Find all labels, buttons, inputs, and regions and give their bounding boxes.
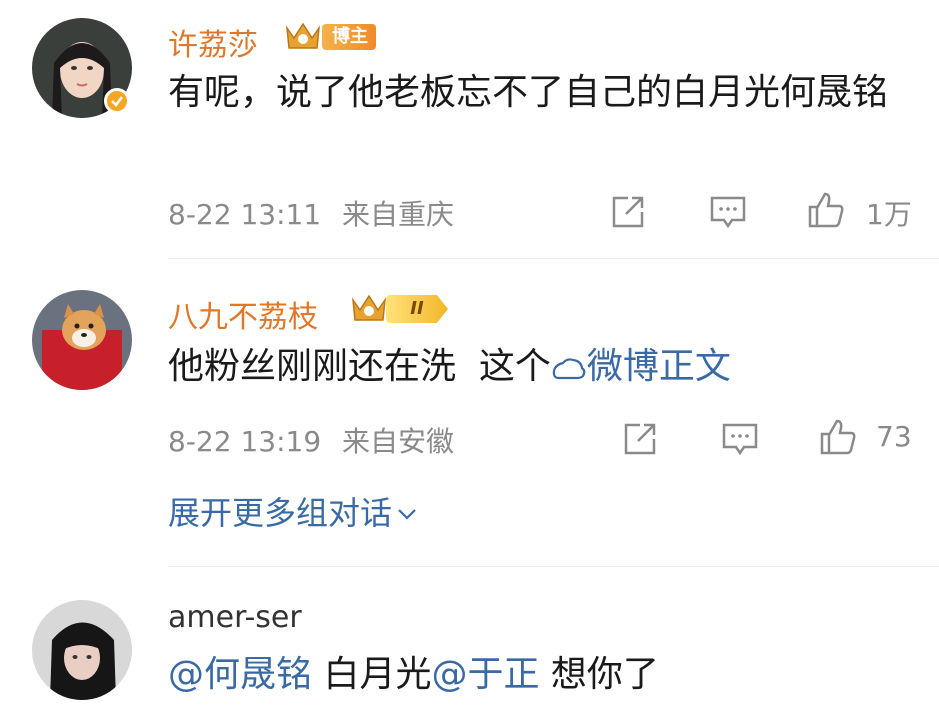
comment-text: @何晟铭 白月光@于正 想你了: [168, 650, 898, 700]
divider: [168, 258, 939, 259]
share-icon[interactable]: [620, 419, 660, 459]
mention-link[interactable]: @于正: [431, 654, 539, 695]
like-icon[interactable]: [818, 417, 858, 457]
weibo-post-link-label: 微博正文: [586, 346, 731, 387]
expand-conversation-link[interactable]: 展开更多组对话: [168, 488, 418, 534]
like-icon[interactable]: [806, 190, 846, 230]
comment-text-body: 想你了: [539, 654, 659, 695]
comment-location: 来自重庆: [342, 198, 455, 231]
comment-location: 来自安徽: [342, 425, 455, 458]
author-name[interactable]: 八九不荔枝: [168, 292, 318, 336]
weibo-post-link[interactable]: 微博正文: [551, 346, 731, 387]
comment-meta: 8-22 13:19 来自安徽: [168, 420, 454, 460]
comment-text-body: 他粉丝刚刚还在洗 这个: [168, 346, 551, 387]
crown-icon: [285, 22, 321, 49]
chevron-down-icon: [398, 509, 416, 520]
comment-meta: 8-22 13:11 来自重庆: [168, 193, 454, 233]
blogger-badge: 博主: [322, 24, 376, 50]
comment-text: 他粉丝刚刚还在洗 这个 微博正文: [168, 342, 898, 392]
comment-text: 有呢，说了他老板忘不了自己的白月光何晟铭: [168, 72, 889, 113]
comment-date: 8-22 13:19: [168, 425, 322, 458]
mention-link[interactable]: @何晟铭: [168, 654, 312, 695]
expand-conversation-label: 展开更多组对话: [168, 494, 393, 532]
weibo-logo-icon: [552, 358, 586, 380]
divider: [168, 566, 939, 567]
author-name[interactable]: 许荔莎: [168, 20, 258, 64]
like-count: 1万: [866, 198, 912, 231]
like-count: 73: [876, 420, 912, 453]
comment-icon[interactable]: [708, 192, 748, 232]
avatar[interactable]: [32, 290, 132, 390]
comment-icon[interactable]: [720, 419, 760, 459]
author-name[interactable]: amer-ser: [168, 600, 302, 635]
verified-icon: [104, 88, 130, 114]
share-icon[interactable]: [608, 192, 648, 232]
avatar[interactable]: [32, 600, 132, 700]
comment-text-body: 白月光: [312, 654, 432, 695]
comment-date: 8-22 13:11: [168, 198, 322, 231]
crown-icon: [351, 294, 387, 321]
rank-badge: II: [386, 295, 448, 323]
